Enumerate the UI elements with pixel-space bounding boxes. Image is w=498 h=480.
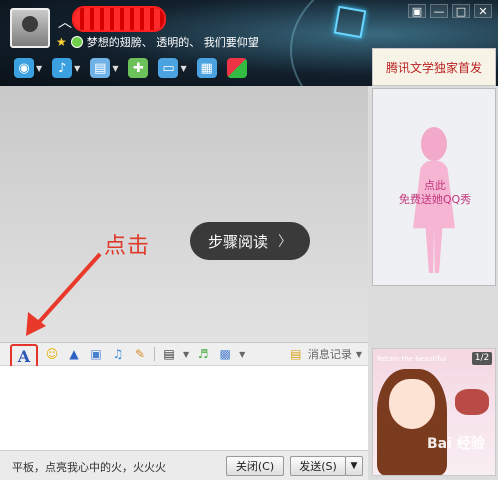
decorative-square xyxy=(333,5,367,39)
pen-icon[interactable]: ✎ xyxy=(132,346,148,362)
history-label: 消息记录 xyxy=(307,348,352,361)
message-history-button[interactable]: ▤ 消息记录 ▼ xyxy=(288,346,362,362)
contact-nickname-redacted xyxy=(72,6,166,32)
chat-toolbar: ◉ ▼ ♪ ▼ ▤ ▼ ✚ ▭ ▼ ▦ xyxy=(14,58,247,78)
chevron-down-icon[interactable]: ▼ xyxy=(183,350,189,359)
ad-tagline: Retain the beautiful xyxy=(377,355,447,363)
chevron-down-icon[interactable]: ▼ xyxy=(36,64,42,73)
qzone-icon[interactable] xyxy=(70,36,83,48)
apps-grid-icon xyxy=(226,58,247,78)
step-reading-label: 步骤阅读 xyxy=(207,232,268,251)
bottom-tip: 平板，点亮我心中的火，火火火 xyxy=(12,461,166,474)
figure-head xyxy=(421,127,447,161)
character-face xyxy=(389,379,435,429)
voice-call-button[interactable]: ♪ ▼ xyxy=(52,58,80,78)
microphone-input-icon[interactable]: ♫ xyxy=(110,346,126,362)
chevron-down-icon: ▼ xyxy=(355,349,362,359)
toolbar-divider xyxy=(154,347,155,361)
watermark: Bai 经验 xyxy=(427,436,485,452)
screen-share-icon: ▦ xyxy=(196,58,217,78)
camera-icon: ◉ xyxy=(14,58,34,78)
remote-desktop-icon: ▭ xyxy=(158,58,179,78)
maximize-button[interactable]: □ xyxy=(452,4,470,18)
chevron-right-icon: 〉 xyxy=(278,234,292,250)
voice-input-icon[interactable]: ▣ xyxy=(88,346,104,362)
show-text-line2: 免费送她QQ秀 xyxy=(398,193,472,206)
file-transfer-button[interactable]: ▤ ▼ xyxy=(90,58,118,78)
app-icon: ✚ xyxy=(128,58,149,78)
file-transfer-icon: ▤ xyxy=(90,58,111,78)
video-call-button[interactable]: ◉ ▼ xyxy=(14,58,42,78)
annotation-arrow-icon xyxy=(26,252,102,336)
ad-banner[interactable]: 腾讯文学独家首发 xyxy=(372,48,496,86)
chevron-down-icon[interactable]: ▼ xyxy=(180,64,186,73)
music-icon[interactable]: ♬ xyxy=(195,346,211,362)
contact-signature: 梦想的翅膀、 透明的、 我们要仰望 xyxy=(86,36,259,49)
shake-icon[interactable]: ▲ xyxy=(66,346,82,362)
step-reading-button[interactable]: 步骤阅读 〉 xyxy=(190,222,310,260)
ad-panel[interactable]: Retain the beautiful 1/2 Bai 经验 xyxy=(372,348,496,476)
emoji-icon[interactable]: ☺ xyxy=(44,346,60,362)
microphone-icon: ♪ xyxy=(52,58,73,78)
chevron-down-icon[interactable]: ▼ xyxy=(239,350,245,359)
cake-image xyxy=(455,389,489,415)
skin-button[interactable]: ▣ xyxy=(408,4,426,18)
apps-grid-button[interactable] xyxy=(226,58,247,78)
window-controls: ▣ — □ ✕ xyxy=(408,4,492,18)
chevron-up-icon[interactable]: ︿ xyxy=(58,12,72,32)
star-icon: ★ xyxy=(56,35,67,49)
font-button[interactable]: A xyxy=(10,344,38,368)
image-icon[interactable]: ▩ xyxy=(217,346,233,362)
close-window-button[interactable]: ✕ xyxy=(474,4,492,18)
screen-share-button[interactable]: ▦ xyxy=(196,58,217,78)
send-options-dropdown[interactable]: ▼ xyxy=(345,456,363,476)
ad-page-indicator[interactable]: 1/2 xyxy=(472,352,492,365)
app-button[interactable]: ✚ xyxy=(128,58,149,78)
chevron-down-icon[interactable]: ▼ xyxy=(74,64,80,73)
message-input[interactable] xyxy=(0,366,368,450)
click-hint-label: 点击 xyxy=(104,234,151,259)
input-toolbar: A ☺ ▲ ▣ ♫ ✎ ▤ ▼ ♬ ▩ ▼ ▤ 消息记录 ▼ xyxy=(0,342,368,368)
close-button[interactable]: 关闭(C) xyxy=(226,456,284,476)
qq-chat-window: ︿ ★ 梦想的翅膀、 透明的、 我们要仰望 ▣ — □ ✕ ◉ ▼ ♪ ▼ ▤ ▼ ✚ xyxy=(0,0,498,480)
history-icon: ▤ xyxy=(290,347,302,361)
qq-show-panel[interactable]: 点此 免费送她QQ秀 xyxy=(372,88,496,286)
chevron-down-icon[interactable]: ▼ xyxy=(112,64,118,73)
status-row: ★ 梦想的翅膀、 透明的、 我们要仰望 xyxy=(56,34,259,50)
minimize-button[interactable]: — xyxy=(430,4,448,18)
avatar[interactable] xyxy=(10,8,50,48)
remote-desktop-button[interactable]: ▭ ▼ xyxy=(158,58,187,78)
screenshot-icon[interactable]: ▤ xyxy=(161,346,177,362)
send-button[interactable]: 发送(S) xyxy=(290,456,346,476)
bottom-bar: 平板，点亮我心中的火，火火火 关闭(C) 发送(S) ▼ xyxy=(0,450,368,480)
